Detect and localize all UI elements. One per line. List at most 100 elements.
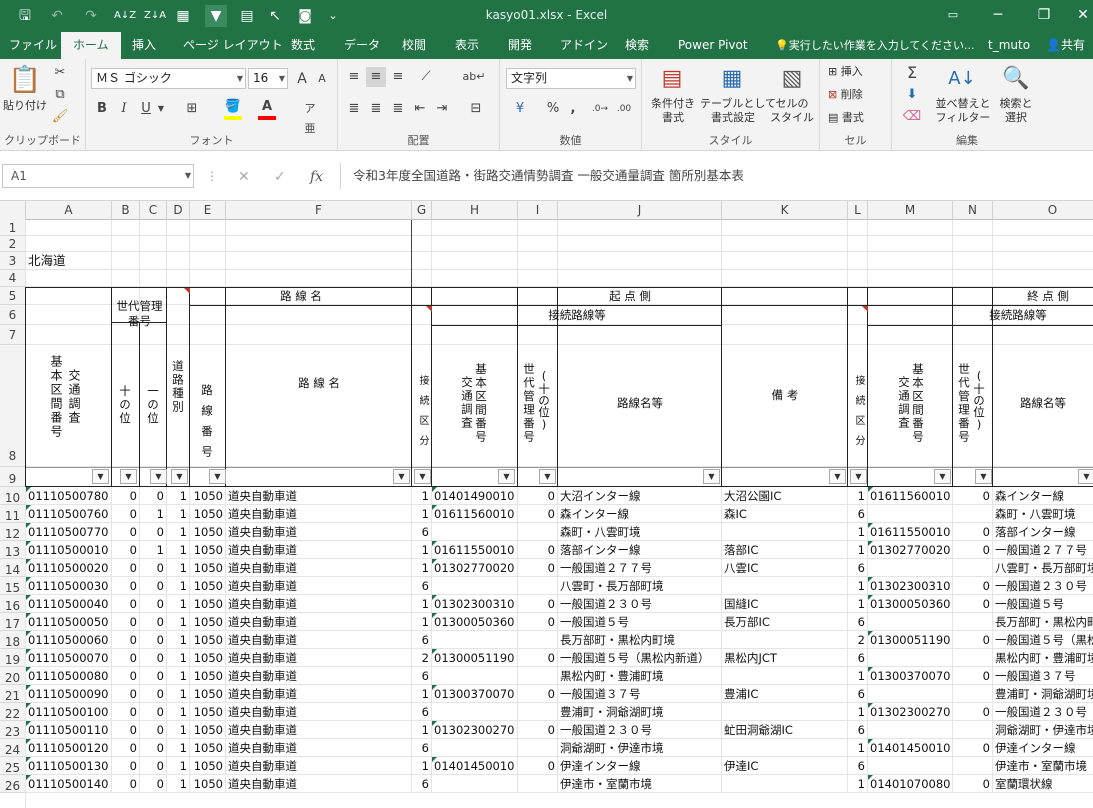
column-header-g[interactable]: G bbox=[412, 201, 432, 220]
cell-j[interactable]: 森町・八雲町境 bbox=[560, 523, 722, 541]
cell-n[interactable] bbox=[953, 757, 993, 775]
cell-e[interactable]: 1050 bbox=[190, 613, 226, 631]
tab-view[interactable]: 表示 bbox=[455, 32, 479, 59]
cell-j[interactable]: 一般国道２３０号 bbox=[560, 595, 722, 613]
cell-f[interactable]: 道央自動車道 bbox=[228, 631, 412, 649]
cell-o[interactable]: 一般国道２７７号 bbox=[995, 541, 1093, 559]
cell-i[interactable]: 0 bbox=[518, 721, 558, 739]
cell-g[interactable]: 1 bbox=[412, 685, 432, 703]
fill-color-icon[interactable]: 🪣 bbox=[222, 97, 244, 117]
cell-b[interactable]: 0 bbox=[112, 523, 140, 541]
cell-d[interactable]: 1 bbox=[167, 523, 190, 541]
cell-c[interactable]: 0 bbox=[140, 577, 167, 595]
cell-l[interactable]: 1 bbox=[848, 577, 868, 595]
format-cells-button[interactable]: ▤ 書式 bbox=[828, 111, 864, 125]
cell-a[interactable]: 01110500010 bbox=[28, 541, 112, 559]
cell-h[interactable]: 01300051190 bbox=[434, 649, 518, 667]
cell-n[interactable] bbox=[953, 559, 993, 577]
cell-e[interactable]: 1050 bbox=[190, 631, 226, 649]
cell-k[interactable]: 落部IC bbox=[724, 541, 848, 559]
cell-c[interactable]: 0 bbox=[140, 613, 167, 631]
tab-file[interactable]: ファイル bbox=[9, 32, 57, 59]
filter-dropdown-button[interactable]: ▼ bbox=[120, 469, 137, 484]
column-header-d[interactable]: D bbox=[167, 201, 190, 220]
cell-d[interactable]: 1 bbox=[167, 631, 190, 649]
cell-j[interactable]: 大沼インター線 bbox=[560, 487, 722, 505]
cell-d[interactable]: 1 bbox=[167, 757, 190, 775]
cell-a[interactable]: 01110500760 bbox=[28, 505, 112, 523]
cell-f[interactable]: 道央自動車道 bbox=[228, 667, 412, 685]
currency-icon[interactable]: ¥ bbox=[508, 99, 532, 119]
cell-m[interactable]: 01300051190 bbox=[870, 631, 953, 649]
orientation-icon[interactable]: ⟋ bbox=[414, 67, 438, 87]
cell-l[interactable]: 1 bbox=[848, 541, 868, 559]
align-middle-icon[interactable]: ≡ bbox=[366, 67, 386, 87]
cell-i[interactable]: 0 bbox=[518, 685, 558, 703]
minimize-button[interactable]: ─ bbox=[975, 0, 1021, 32]
cell-k[interactable]: 長万部IC bbox=[724, 613, 848, 631]
row-header[interactable]: 2 bbox=[0, 236, 26, 252]
cell-e[interactable]: 1050 bbox=[190, 649, 226, 667]
cell-i[interactable] bbox=[518, 577, 558, 595]
cell-k[interactable]: 森IC bbox=[724, 505, 848, 523]
cell-m[interactable]: 01401450010 bbox=[870, 739, 953, 757]
cell-i[interactable] bbox=[518, 775, 558, 793]
cell-f[interactable]: 道央自動車道 bbox=[228, 577, 412, 595]
cell-n[interactable]: 0 bbox=[953, 523, 993, 541]
cell-j[interactable]: 一般国道５号（黒松内新道） bbox=[560, 649, 722, 667]
row-header[interactable]: 3 bbox=[0, 252, 26, 270]
increase-decimal-icon[interactable]: .0→ bbox=[590, 99, 610, 119]
tab-insert[interactable]: 挿入 bbox=[132, 32, 156, 59]
cell-l[interactable]: 1 bbox=[848, 487, 868, 505]
underline-button[interactable]: U bbox=[139, 99, 153, 119]
cell-d[interactable]: 1 bbox=[167, 703, 190, 721]
cell-g[interactable]: 2 bbox=[412, 649, 432, 667]
cell-c[interactable]: 0 bbox=[140, 523, 167, 541]
cell-o[interactable]: 黒松内町・豊浦町境 bbox=[995, 649, 1093, 667]
cell-j[interactable]: 落部インター線 bbox=[560, 541, 722, 559]
column-header-i[interactable]: I bbox=[518, 201, 558, 220]
cell-f[interactable]: 道央自動車道 bbox=[228, 541, 412, 559]
cell-g[interactable]: 6 bbox=[412, 667, 432, 685]
cell-h[interactable]: 01302300310 bbox=[434, 595, 518, 613]
cell-o[interactable]: 長万部町・黒松内町境 bbox=[995, 613, 1093, 631]
cell-l[interactable]: 1 bbox=[848, 775, 868, 793]
share-button[interactable]: 👤共有 bbox=[1046, 32, 1085, 59]
cell-e[interactable]: 1050 bbox=[190, 685, 226, 703]
row-header[interactable]: 4 bbox=[0, 270, 26, 287]
cell-i[interactable]: 0 bbox=[518, 595, 558, 613]
cell-o[interactable]: 一般国道２３０号 bbox=[995, 703, 1093, 721]
filter-dropdown-button[interactable]: ▼ bbox=[414, 469, 431, 484]
cell-styles-icon[interactable]: ▧ bbox=[776, 63, 808, 95]
paste-button[interactable]: 貼り付け bbox=[2, 99, 48, 113]
align-right-icon[interactable]: ≣ bbox=[388, 99, 408, 119]
name-box[interactable]: A1 ▼ bbox=[2, 164, 194, 188]
cell-h[interactable]: 01611550010 bbox=[434, 541, 518, 559]
cell-o[interactable]: 一般国道３７号 bbox=[995, 667, 1093, 685]
cell-a[interactable]: 01110500060 bbox=[28, 631, 112, 649]
cell-j[interactable]: 一般国道２３０号 bbox=[560, 721, 722, 739]
font-grow-icon[interactable]: A bbox=[294, 69, 310, 89]
cell-o[interactable]: 一般国道５号（黒松内新道） bbox=[995, 631, 1093, 649]
cell-h[interactable] bbox=[434, 577, 518, 595]
cell-g[interactable]: 1 bbox=[412, 541, 432, 559]
cell-e[interactable]: 1050 bbox=[190, 721, 226, 739]
cell-e[interactable]: 1050 bbox=[190, 541, 226, 559]
cell-d[interactable]: 1 bbox=[167, 721, 190, 739]
cell-d[interactable]: 1 bbox=[167, 685, 190, 703]
cell-n[interactable]: 0 bbox=[953, 703, 993, 721]
cell-n[interactable] bbox=[953, 505, 993, 523]
cell-m[interactable] bbox=[870, 757, 953, 775]
cell-i[interactable]: 0 bbox=[518, 505, 558, 523]
row-header[interactable]: 7 bbox=[0, 325, 26, 345]
cell-b[interactable]: 0 bbox=[112, 685, 140, 703]
row-header[interactable]: 5 bbox=[0, 287, 26, 305]
cell-g[interactable]: 1 bbox=[412, 505, 432, 523]
cell-k[interactable] bbox=[724, 667, 848, 685]
font-size-select[interactable]: 16 ▼ bbox=[248, 68, 288, 89]
cell-h[interactable]: 01302300270 bbox=[434, 721, 518, 739]
cell-m[interactable]: 01302300310 bbox=[870, 577, 953, 595]
align-bottom-icon[interactable]: ≡ bbox=[388, 67, 408, 87]
cell-b[interactable]: 0 bbox=[112, 775, 140, 793]
cell-i[interactable] bbox=[518, 667, 558, 685]
